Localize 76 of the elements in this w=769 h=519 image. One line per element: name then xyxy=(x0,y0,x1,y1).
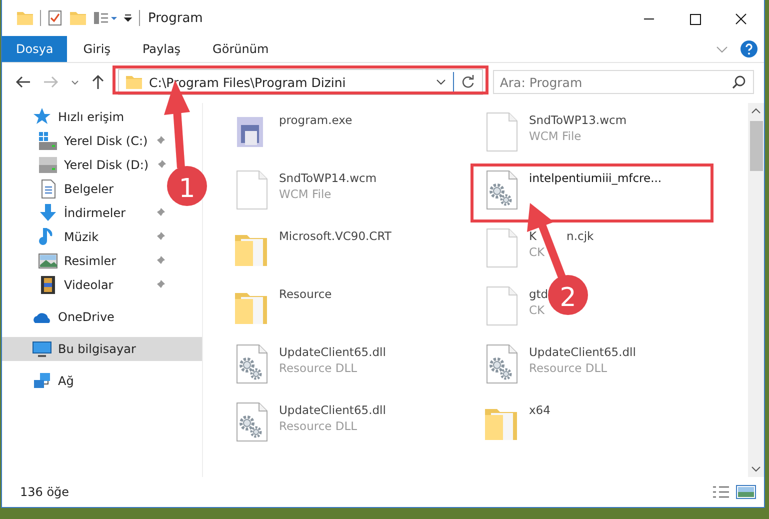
file-item[interactable]: program.exe xyxy=(227,107,356,155)
file-name: K xyxy=(529,229,537,243)
thumbnail-view-icon[interactable] xyxy=(736,485,756,499)
drive-icon xyxy=(38,131,58,151)
file-item[interactable]: UpdateClient65.dll Resource DLL xyxy=(477,339,640,387)
sidebar-item[interactable]: Videolar xyxy=(2,273,166,297)
download-arrow-icon xyxy=(38,203,58,223)
scrollbar-thumb[interactable] xyxy=(750,121,762,171)
file-name: SndToWP13.wcm xyxy=(529,113,627,127)
scrollbar[interactable] xyxy=(748,103,764,477)
file-name: gtd xyxy=(529,287,548,301)
file-type: Resource DLL xyxy=(279,361,358,375)
image-icon xyxy=(38,251,58,271)
sidebar-item[interactable]: İndirmeler xyxy=(2,201,166,225)
search-field[interactable]: Ara: Program xyxy=(492,70,754,94)
sidebar-item[interactable]: Belgeler xyxy=(2,177,118,201)
sidebar-item[interactable]: Resimler xyxy=(2,249,166,273)
file-type: CK xyxy=(529,245,546,259)
monitor-icon xyxy=(32,339,52,359)
sidebar-item[interactable]: Müzik xyxy=(2,225,166,249)
file-name: UpdateClient65.dll xyxy=(279,403,386,417)
file-item[interactable]: Resource xyxy=(227,281,336,329)
number-badge xyxy=(167,166,207,206)
window-title: Program xyxy=(148,10,203,26)
sidebar-item[interactable]: Yerel Disk (D:) xyxy=(2,153,166,177)
file-item[interactable]: x64 xyxy=(477,397,554,445)
help-icon[interactable] xyxy=(740,40,758,58)
file-item[interactable]: UpdateClient65.dll Resource DLL xyxy=(227,397,390,445)
sidebar-item[interactable]: OneDrive xyxy=(2,305,118,329)
file-name: Microsoft.VC90.CRT xyxy=(279,229,392,243)
file-item[interactable]: SndToWP14.wcm WCM File xyxy=(227,165,381,213)
file-item[interactable]: gtd CK xyxy=(477,281,552,329)
refresh-icon[interactable] xyxy=(460,74,476,90)
badge-number: 2 xyxy=(560,283,576,313)
file-item[interactable]: Microsoft.VC90.CRT xyxy=(227,223,396,271)
sidebar-item[interactable]: Yerel Disk (C:) xyxy=(2,129,166,153)
item-count: 136 öğe xyxy=(20,485,70,499)
file-name: UpdateClient65.dll xyxy=(529,345,636,359)
file-name: intelpentiumiii_mfcre... xyxy=(529,171,662,185)
file-name: SndToWP14.wcm xyxy=(279,171,377,185)
file-type: WCM File xyxy=(529,129,582,143)
sidebar-item[interactable]: Ağ xyxy=(2,369,78,393)
number-badge xyxy=(548,275,588,315)
up-arrow-icon[interactable] xyxy=(90,74,106,90)
folder-icon xyxy=(125,73,143,91)
chevron-down-icon[interactable] xyxy=(751,465,761,473)
ribbon-tab[interactable]: Dosya xyxy=(2,36,68,62)
back-arrow-icon[interactable] xyxy=(14,74,32,90)
search-icon xyxy=(731,74,747,90)
file-name: UpdateClient65.dll xyxy=(279,345,386,359)
file-item[interactable]: SndToWP13.wcm WCM File xyxy=(477,107,631,155)
ribbon-tab[interactable]: Görünüm xyxy=(196,36,285,62)
file-item[interactable]: intelpentiumiii_mfcre... xyxy=(477,165,666,213)
badge-number: 1 xyxy=(178,174,196,204)
chevron-up-icon[interactable] xyxy=(751,107,761,115)
file-item[interactable]: K n.cjk CK xyxy=(477,223,598,271)
details-view-icon[interactable] xyxy=(712,485,730,499)
file-name: n.cjk xyxy=(566,229,594,243)
file-name: x64 xyxy=(529,403,550,417)
sidebar-item[interactable]: Bu bilgisayar xyxy=(2,337,202,361)
file-name: program.exe xyxy=(279,113,352,127)
properties-icon[interactable] xyxy=(93,9,117,27)
ribbon-tab[interactable]: Paylaş xyxy=(126,36,197,62)
file-type: WCM File xyxy=(279,187,332,201)
star-icon xyxy=(32,107,52,127)
drive-icon xyxy=(38,155,58,175)
network-icon xyxy=(32,371,52,391)
file-name: Resource xyxy=(279,287,332,301)
file-item[interactable]: UpdateClient65.dll Resource DLL xyxy=(227,339,390,387)
file-type: Resource DLL xyxy=(279,419,358,433)
file-type: CK xyxy=(529,303,546,317)
sidebar-item[interactable]: Hızlı erişim xyxy=(2,105,128,129)
film-icon xyxy=(38,275,58,295)
file-type: Resource DLL xyxy=(529,361,608,375)
checkbox-icon[interactable] xyxy=(47,9,63,27)
ribbon-tab[interactable]: Giriş xyxy=(67,36,126,62)
